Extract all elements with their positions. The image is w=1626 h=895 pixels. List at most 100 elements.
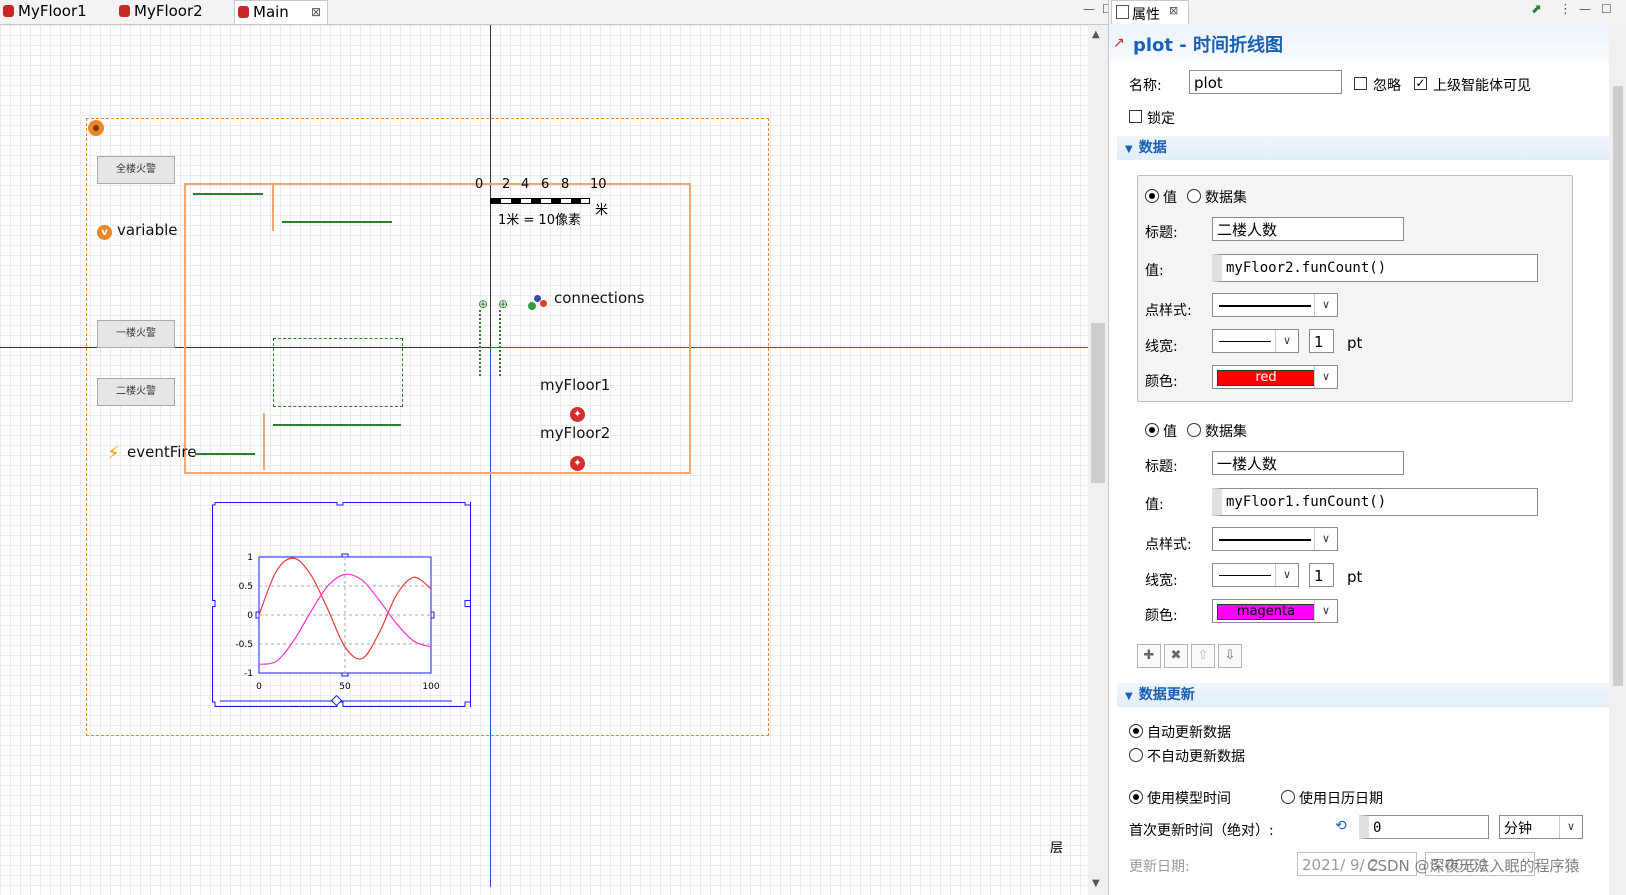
close-icon[interactable]: ⊠ — [311, 1, 321, 24]
title-field[interactable]: 一楼人数 — [1212, 451, 1404, 475]
properties-tabbar: 属性 ⊠ ⬈ ⋮ — ☐ — [1109, 0, 1626, 25]
tab-main[interactable]: Main ⊠ — [234, 0, 328, 24]
remove-item-icon[interactable]: ✖ — [1164, 644, 1188, 668]
agent-icon — [119, 5, 130, 17]
path-line[interactable] — [195, 453, 255, 455]
path-line[interactable] — [193, 193, 263, 195]
resize-handle[interactable] — [464, 502, 470, 506]
chevron-down-icon: ∨ — [1559, 816, 1582, 838]
new-window-icon[interactable]: ⬈ — [1531, 2, 1542, 17]
value-radio-label: 值 — [1163, 190, 1177, 206]
value-expression-field[interactable]: myFloor2.funCount() — [1212, 254, 1538, 282]
myfloor1-label[interactable]: myFloor1 — [540, 376, 610, 394]
line-width-style-select[interactable]: ∨ — [1212, 329, 1299, 353]
agent-icon[interactable]: ✦ — [570, 407, 585, 422]
color-label: 颜色: — [1145, 608, 1178, 624]
dataset-radio-label: 数据集 — [1205, 424, 1247, 440]
tab-myfloor2[interactable]: MyFloor2 — [116, 0, 242, 23]
alarm-all-button[interactable]: 全楼火警 — [97, 156, 175, 184]
update-section-header[interactable]: ▼ 数据更新 — [1117, 683, 1617, 707]
point-style-select[interactable]: ∨ — [1212, 293, 1338, 317]
resize-handle[interactable] — [336, 502, 344, 506]
calendar-date-radio[interactable] — [1281, 790, 1295, 804]
properties-scrollbar[interactable] — [1609, 24, 1626, 895]
auto-update-radio[interactable] — [1129, 724, 1143, 738]
no-auto-update-radio[interactable] — [1129, 748, 1143, 762]
variable-label[interactable]: variable — [117, 221, 178, 239]
maximize-icon[interactable]: ☐ — [1601, 2, 1612, 16]
scale-unit: 米 — [595, 203, 609, 218]
plot-chart[interactable]: 10.50-0.5-1050100 二楼人数一楼人数 — [212, 502, 470, 707]
y-tick-label: 1 — [247, 553, 253, 563]
parent-visible-checkbox[interactable]: ✓ — [1414, 77, 1427, 90]
scrollbar-thumb[interactable] — [1091, 323, 1105, 483]
vertical-scrollbar[interactable]: ▲ ▼ — [1088, 25, 1108, 895]
title-field[interactable]: 二楼人数 — [1212, 217, 1404, 241]
scale-tick: 6 — [541, 177, 550, 192]
line-width-style-select[interactable]: ∨ — [1212, 563, 1299, 587]
more-icon[interactable]: ⋮ — [1559, 2, 1572, 17]
properties-icon — [1116, 5, 1129, 19]
resize-handle[interactable] — [464, 600, 470, 607]
properties-panel: 属性 ⊠ ⬈ ⋮ — ☐ ↗ plot - 时间折线图 名称: plot 忽略 … — [1108, 0, 1626, 895]
update-date-label: 更新日期: — [1129, 859, 1190, 875]
lightning-icon: ⚡ — [107, 443, 120, 464]
event-label[interactable]: eventFire — [127, 443, 197, 461]
scroll-up-icon[interactable]: ▲ — [1092, 29, 1100, 40]
close-icon[interactable]: ⊠ — [1169, 4, 1178, 17]
connector-line[interactable] — [479, 310, 481, 376]
name-field[interactable]: plot — [1189, 70, 1342, 94]
tab-label: MyFloor2 — [134, 2, 203, 20]
connector-line[interactable] — [499, 310, 501, 376]
point-style-select[interactable]: ∨ — [1212, 527, 1338, 551]
layers-label[interactable]: 层 — [1050, 837, 1063, 856]
resize-handle[interactable] — [212, 701, 216, 707]
connections-label[interactable]: connections — [554, 289, 644, 307]
auto-update-label: 自动更新数据 — [1147, 725, 1231, 741]
add-item-icon[interactable]: ✚ — [1137, 644, 1161, 668]
scrollbar-thumb[interactable] — [1613, 86, 1623, 686]
color-select[interactable]: red ∨ — [1212, 365, 1338, 389]
dataset-radio[interactable] — [1187, 423, 1201, 437]
resize-handle[interactable] — [212, 600, 216, 607]
path-line[interactable] — [282, 221, 392, 223]
editor-area: MyFloor1 MyFloor2 Main ⊠ — ☐ ➤ — [0, 0, 1113, 895]
chevron-down-icon: ∨ — [1314, 294, 1337, 316]
tab-myfloor1[interactable]: MyFloor1 — [0, 0, 123, 23]
color-select[interactable]: magenta ∨ — [1212, 599, 1338, 623]
scale-tick: 0 — [475, 177, 484, 192]
move-up-icon[interactable]: ⇧ — [1191, 644, 1215, 668]
graphical-editor-canvas[interactable]: ➤ 全楼火警 一楼火警 二楼火警 v variable ⚡ eventFire … — [0, 25, 1108, 895]
y-tick-label: 0 — [247, 611, 253, 621]
alarm-floor1-button[interactable]: 一楼火警 — [97, 320, 175, 348]
alarm-floor2-button[interactable]: 二楼火警 — [97, 378, 175, 406]
connections-icon — [528, 295, 548, 311]
agent-icon[interactable]: ✦ — [570, 456, 585, 471]
minimize-icon[interactable]: — — [1579, 2, 1591, 16]
line-width-field[interactable]: 1 — [1309, 329, 1334, 353]
area-rectangle[interactable] — [273, 338, 403, 407]
path-line[interactable] — [273, 424, 401, 426]
value-expression-field[interactable]: myFloor1.funCount() — [1212, 488, 1538, 516]
resize-handle[interactable] — [464, 701, 470, 707]
value-radio[interactable] — [1145, 423, 1159, 437]
model-time-radio[interactable] — [1129, 790, 1143, 804]
resize-handle[interactable] — [212, 502, 216, 506]
time-unit-select[interactable]: 分钟 ∨ — [1499, 815, 1583, 839]
lock-checkbox[interactable] — [1129, 110, 1142, 123]
crosshair-icon: ⊕ — [478, 297, 489, 311]
tab-properties[interactable]: 属性 ⊠ — [1111, 0, 1189, 25]
data-section-header[interactable]: ▼ 数据 — [1117, 136, 1617, 160]
refresh-icon[interactable]: ⟲ — [1335, 818, 1347, 834]
color-label: 颜色: — [1145, 374, 1178, 390]
first-update-field[interactable]: 0 — [1359, 815, 1489, 839]
value-radio[interactable] — [1145, 189, 1159, 203]
dataset-radio[interactable] — [1187, 189, 1201, 203]
ignore-checkbox[interactable] — [1354, 77, 1367, 90]
myfloor2-label[interactable]: myFloor2 — [540, 424, 610, 442]
move-down-icon[interactable]: ⇩ — [1218, 644, 1242, 668]
scroll-down-icon[interactable]: ▼ — [1092, 878, 1100, 889]
minimize-icon[interactable]: — — [1083, 2, 1095, 16]
line-width-field[interactable]: 1 — [1309, 563, 1334, 587]
scale-bar[interactable] — [490, 198, 590, 204]
